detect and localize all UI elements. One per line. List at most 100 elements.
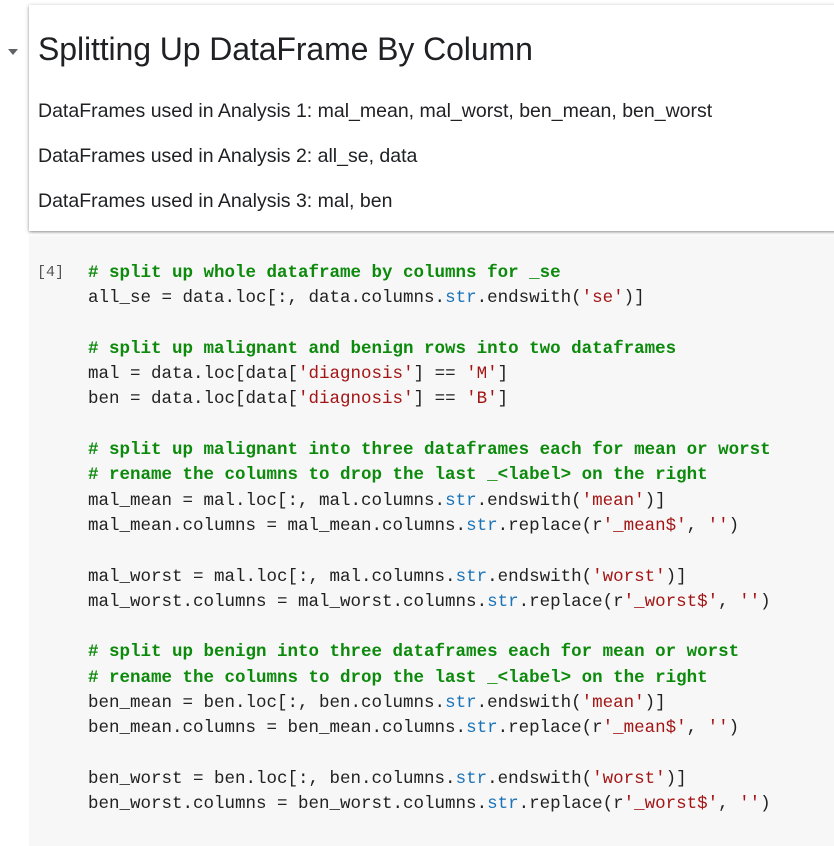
code-builtin: str [466,718,498,739]
code-text: ben_mean.columns = ben_mean.columns. [88,718,467,739]
code-editor[interactable]: # split up whole dataframe by columns fo… [88,261,771,818]
code-line: mal_mean = mal.loc[:, mal.columns.str.en… [88,489,771,514]
code-line: ​ [88,312,771,337]
code-text: .replace(r [497,718,603,739]
code-string: 'diagnosis' [298,389,414,410]
code-line: # split up benign into three dataframes … [88,640,771,665]
code-line: ben_worst = ben.loc[:, ben.columns.str.e… [88,767,771,792]
code-text: mal_mean = mal.loc[:, mal.columns. [88,490,446,511]
code-text: , [718,794,740,815]
code-text: .replace(r [518,591,624,612]
code-text: )] [623,288,645,309]
code-builtin: str [466,515,498,536]
code-builtin: str [445,288,477,309]
code-line: ​ [88,539,771,564]
code-text: .endswith( [476,693,582,714]
code-text: , [686,515,708,536]
markdown-line: DataFrames used in Analysis 3: mal, ben [38,190,393,212]
code-text: ) [760,591,771,612]
code-text: ) [728,718,740,739]
code-text: ben = data.loc[data[ [88,389,299,410]
code-text: mal_worst.columns = mal_worst.columns. [88,591,488,612]
code-builtin: str [487,591,519,612]
code-text: )] [665,566,687,587]
code-string: '' [707,515,729,536]
code-string: 'B' [466,389,498,410]
code-line: # rename the columns to drop the last _<… [88,463,771,488]
code-text: ben_worst = ben.loc[:, ben.columns. [88,768,456,789]
code-string: '' [707,718,729,739]
code-comment: # rename the columns to drop the last _<… [88,667,708,688]
code-string: '_mean$' [602,515,687,536]
code-string: '' [739,591,761,612]
code-comment: # split up malignant and benign rows int… [88,338,677,359]
code-line: # split up malignant and benign rows int… [88,337,771,362]
code-text: ben_mean = ben.loc[:, ben.columns. [88,693,446,714]
code-builtin: str [455,768,488,789]
markdown-line: DataFrames used in Analysis 2: all_se, d… [38,145,418,167]
code-line: mal_worst = mal.loc[:, mal.columns.str.e… [88,565,771,590]
code-text: .endswith( [487,768,593,789]
code-comment: # split up benign into three dataframes … [88,642,740,663]
code-text: all_se = data.loc[:, data.columns. [88,288,446,309]
section-heading: Splitting Up DataFrame By Column [38,31,533,67]
code-text: ] == [413,389,467,410]
code-string: 'diagnosis' [298,364,414,385]
code-builtin: str [455,566,488,587]
code-builtin: str [445,490,477,511]
code-text: )] [644,490,666,511]
code-text: )] [644,693,666,714]
code-comment: # split up whole dataframe by columns fo… [88,263,561,283]
execution-count: [4] [37,264,65,281]
code-builtin: str [445,693,477,714]
markdown-cell[interactable]: Splitting Up DataFrame By Column DataFra… [29,5,834,231]
code-text: .replace(r [518,794,624,815]
code-string: 'M' [466,364,498,385]
code-line: # split up malignant into three datafram… [88,438,771,463]
code-string: 'worst' [592,768,666,789]
code-string: '' [739,794,761,815]
code-line: all_se = data.loc[:, data.columns.str.en… [88,286,771,311]
code-text: .replace(r [497,515,603,536]
code-text: )] [665,768,687,789]
code-text: .endswith( [476,288,582,309]
code-builtin: str [487,794,519,815]
code-comment: # rename the columns to drop the last _<… [88,465,708,486]
code-string: '_worst$' [623,794,719,815]
collapse-section-toggle[interactable] [5,44,21,60]
code-text: ben_worst.columns = ben_worst.columns. [88,794,488,815]
code-string: '_mean$' [602,718,687,739]
code-cell[interactable]: [4] # split up whole dataframe by column… [29,236,834,846]
code-line: mal = data.loc[data['diagnosis'] == 'M'] [88,362,771,387]
code-text: , [718,591,740,612]
markdown-line: DataFrames used in Analysis 1: mal_mean,… [38,100,713,122]
code-line: mal_mean.columns = mal_mean.columns.str.… [88,514,771,539]
code-string: 'se' [581,288,624,309]
caret-down-icon [8,49,18,55]
code-line: ​ [88,413,771,438]
code-text: ] == [413,364,467,385]
code-string: 'mean' [581,693,645,714]
code-text: .endswith( [476,490,582,511]
code-line: # rename the columns to drop the last _<… [88,666,771,691]
code-text: mal = data.loc[data[ [88,364,299,385]
code-line: mal_worst.columns = mal_worst.columns.st… [88,590,771,615]
code-line: ben_mean.columns = ben_mean.columns.str.… [88,716,771,741]
code-text: ] [497,389,509,410]
code-line: ben = data.loc[data['diagnosis'] == 'B'] [88,387,771,412]
code-text: mal_mean.columns = mal_mean.columns. [88,515,467,536]
code-string: '_worst$' [623,591,719,612]
code-comment: # split up malignant into three datafram… [88,440,771,461]
code-string: 'mean' [581,490,645,511]
code-text: mal_worst = mal.loc[:, mal.columns. [88,566,456,587]
code-line: ben_worst.columns = ben_worst.columns.st… [88,792,771,817]
code-text: , [686,718,708,739]
code-text: ] [497,364,509,385]
code-line: # split up whole dataframe by columns fo… [88,261,771,286]
code-line: ​ [88,742,771,767]
code-text: ) [728,515,740,536]
code-string: 'worst' [592,566,666,587]
code-text: .endswith( [487,566,593,587]
code-line: ben_mean = ben.loc[:, ben.columns.str.en… [88,691,771,716]
code-line: ​ [88,615,771,640]
